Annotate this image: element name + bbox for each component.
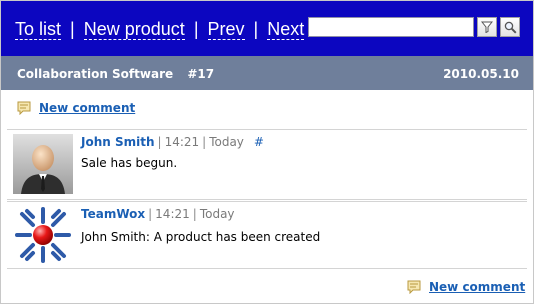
new-comment-link-bottom[interactable]: New comment bbox=[407, 280, 525, 298]
comment-author[interactable]: TeamWox bbox=[81, 207, 145, 221]
record-title: Collaboration Software bbox=[17, 67, 174, 81]
comment-time: 14:21 bbox=[164, 135, 200, 149]
search-input[interactable] bbox=[308, 17, 474, 37]
comment-day: Today bbox=[199, 207, 235, 221]
record-date: 2010.05.10 bbox=[443, 67, 519, 81]
new-comment-label[interactable]: New comment bbox=[429, 280, 525, 294]
comment-author[interactable]: John Smith bbox=[81, 135, 155, 149]
comment-icon bbox=[407, 280, 421, 294]
product-window: To list | New product | Prev | Next Coll… bbox=[0, 0, 534, 304]
comment-icon bbox=[17, 101, 31, 115]
comment-item: TeamWox | 14:21 | Today John Smith: A produc… bbox=[7, 201, 527, 269]
comment-text: John Smith: A product has been created bbox=[81, 230, 321, 244]
search-box bbox=[308, 17, 523, 37]
nav-separator: | bbox=[70, 19, 75, 39]
new-comment-label[interactable]: New comment bbox=[39, 101, 135, 115]
to-list-link[interactable]: To list bbox=[15, 19, 62, 40]
magnifier-icon bbox=[504, 21, 517, 34]
record-number: #17 bbox=[187, 67, 215, 81]
search-button[interactable] bbox=[500, 17, 520, 37]
top-toolbar: To list | New product | Prev | Next bbox=[1, 1, 533, 56]
user-avatar-icon bbox=[13, 134, 73, 194]
prev-link[interactable]: Prev bbox=[207, 19, 245, 40]
comment-time: 14:21 bbox=[155, 207, 190, 221]
record-header: Collaboration Software #17 2010.05.10 bbox=[1, 56, 533, 90]
comment-meta: TeamWox | 14:21 | Today bbox=[81, 207, 235, 221]
filter-button[interactable] bbox=[477, 17, 497, 37]
new-comment-link-top[interactable]: New comment bbox=[17, 101, 135, 119]
comment-meta: John Smith | 14:21 | Today # bbox=[81, 135, 264, 149]
next-link[interactable]: Next bbox=[267, 19, 305, 40]
comment-item: John Smith | 14:21 | Today # Sale has begun. bbox=[7, 129, 527, 200]
comment-text: Sale has begun. bbox=[81, 156, 178, 170]
nav-separator: | bbox=[193, 19, 199, 39]
top-navigation: To list | New product | Prev | Next bbox=[15, 18, 305, 40]
new-product-link[interactable]: New product bbox=[83, 19, 185, 40]
comment-day: Today bbox=[209, 135, 244, 149]
record-title-line: Collaboration Software #17 bbox=[17, 67, 214, 81]
teamwox-logo-icon bbox=[13, 205, 73, 265]
nav-separator: | bbox=[253, 19, 259, 39]
comment-permalink[interactable]: # bbox=[254, 135, 264, 149]
filter-icon bbox=[481, 21, 493, 33]
